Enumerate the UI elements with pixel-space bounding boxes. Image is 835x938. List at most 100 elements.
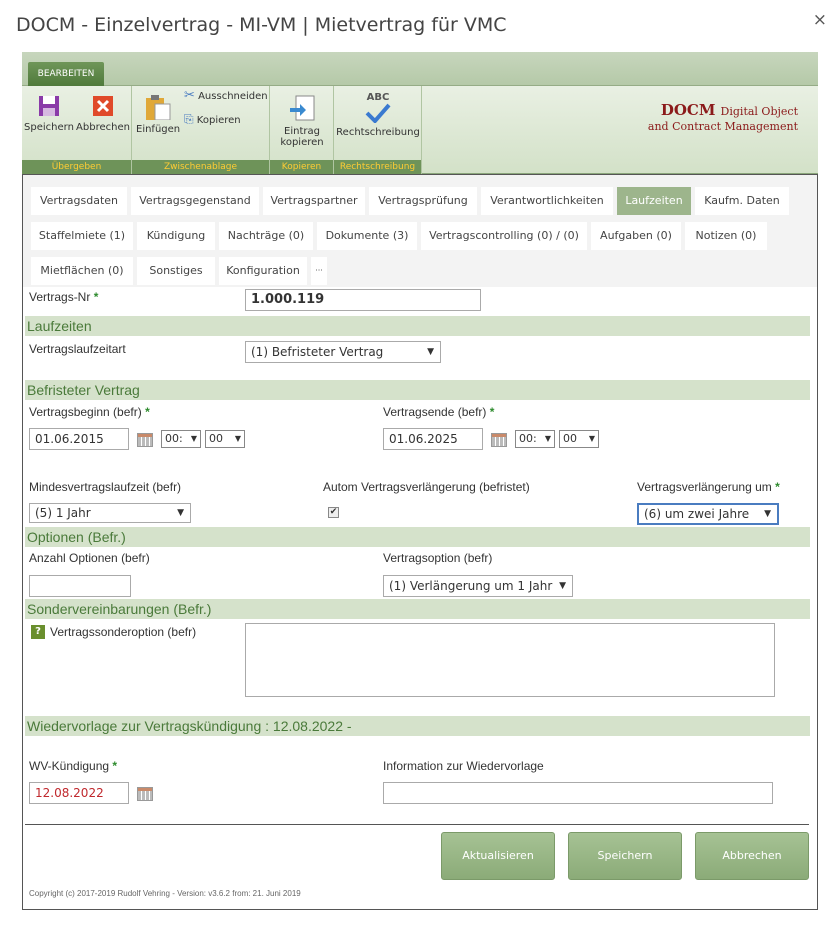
section-sonder: Sondervereinbarungen (Befr.) (25, 599, 810, 619)
ribbon-group-copy: Eintrag kopieren Kopieren (270, 86, 334, 174)
abc-label: ABC (366, 92, 390, 103)
update-button[interactable]: Aktualisieren (441, 832, 555, 880)
footer-divider (25, 824, 809, 825)
cut-button[interactable]: ✂ Ausschneiden (184, 88, 268, 103)
brand-line2: and Contract Management (647, 120, 798, 133)
ribbon-group-submit: Speichern Abbrechen Übergeben (22, 86, 132, 174)
paste-label: Einfügen (136, 124, 181, 135)
tab-staffelmiete[interactable]: Staffelmiete (1) (31, 222, 133, 250)
ext-by-select[interactable]: (6) um zwei Jahre (637, 503, 779, 525)
copy-entry-label-2: kopieren (280, 137, 324, 148)
tab-vertragspartner[interactable]: Vertragspartner (263, 187, 365, 215)
tab-kaufm-daten[interactable]: Kaufm. Daten (695, 187, 789, 215)
tab-verantwortlichkeiten[interactable]: Verantwortlichkeiten (481, 187, 613, 215)
checkmark-icon (365, 103, 391, 123)
end-label: Vertragsende (befr) * (383, 405, 494, 419)
start-minute-select[interactable]: 00 (205, 430, 245, 448)
required-marker: * (112, 759, 118, 773)
start-label: Vertragsbeginn (befr) * (29, 405, 150, 419)
help-icon[interactable]: ? (31, 625, 45, 639)
ribbon: BEARBEITEN Speichern Abbrechen Übergeben… (22, 52, 818, 174)
brand-big: DOCM (660, 101, 716, 119)
ribbon-group-label: Zwischenablage (132, 160, 269, 174)
cancel-button[interactable]: Abbrechen (695, 832, 809, 880)
copy-entry-button[interactable]: Eintrag kopieren (276, 94, 328, 148)
copy-icon: ⎘ (184, 112, 194, 126)
calendar-icon[interactable] (137, 433, 153, 447)
dialog-title-bar: DOCM - Einzelvertrag - MI-VM | Mietvertr… (0, 0, 835, 52)
clipboard-icon (146, 95, 171, 120)
start-date-field[interactable]: 01.06.2015 (29, 428, 129, 450)
tab-dokumente[interactable]: Dokumente (3) (317, 222, 417, 250)
section-befristet: Befristeter Vertrag (25, 380, 810, 400)
spellcheck-label: Rechtschreibung (336, 127, 420, 138)
tab-notizen[interactable]: Notizen (0) (685, 222, 767, 250)
save-ribbon-label: Speichern (24, 122, 74, 133)
copy-label: Kopieren (196, 115, 241, 126)
ext-by-label: Vertragsverlängerung um * (637, 480, 780, 494)
tab-vertragscontrolling[interactable]: Vertragscontrolling (0) / (0) (421, 222, 587, 250)
tab-kuendigung[interactable]: Kündigung (137, 222, 215, 250)
options-count-label: Anzahl Optionen (befr) (29, 551, 150, 565)
floppy-icon (39, 96, 59, 116)
close-icon[interactable]: × (813, 10, 827, 30)
term-type-label: Vertragslaufzeitart (29, 342, 126, 356)
section-laufzeiten: Laufzeiten (25, 316, 810, 336)
save-button[interactable]: Speichern (568, 832, 682, 880)
end-date-field[interactable]: 01.06.2025 (383, 428, 483, 450)
tab-vertragsdaten[interactable]: Vertragsdaten (31, 187, 127, 215)
wv-date-field[interactable]: 12.08.2022 (29, 782, 129, 804)
min-term-label: Mindesvertragslaufzeit (befr) (29, 480, 182, 494)
calendar-icon[interactable] (137, 787, 153, 801)
tab-konfiguration[interactable]: Konfiguration (219, 257, 307, 285)
start-label-text: Vertragsbeginn (befr) (29, 405, 142, 419)
wv-label-text: WV-Kündigung (29, 759, 110, 773)
ribbon-group-clipboard: Einfügen ✂ Ausschneiden ⎘ Kopieren Zwisc… (132, 86, 270, 174)
tab-more[interactable]: ··· (311, 257, 327, 285)
required-marker: * (775, 480, 780, 494)
contract-no-field[interactable]: 1.000.119 (245, 289, 481, 311)
tab-nachtraege[interactable]: Nachträge (0) (219, 222, 313, 250)
wv-info-field[interactable] (383, 782, 773, 804)
required-marker: * (93, 290, 99, 304)
option-label: Vertragsoption (befr) (383, 551, 493, 565)
copy-button[interactable]: ⎘ Kopieren (184, 112, 268, 126)
save-ribbon-button[interactable]: Speichern (24, 94, 74, 133)
min-term-select[interactable]: (5) 1 Jahr (29, 503, 191, 523)
tab-strip: Vertragsdaten Vertragsgegenstand Vertrag… (23, 175, 817, 287)
contract-no-label-text: Vertrags-Nr (29, 290, 91, 304)
scissors-icon: ✂ (184, 88, 195, 103)
ribbon-body: Speichern Abbrechen Übergeben Einfügen ✂… (22, 86, 818, 174)
auto-ext-checkbox[interactable]: ✔ (328, 507, 339, 518)
term-type-select[interactable]: (1) Befristeter Vertrag (245, 341, 441, 363)
option-select[interactable]: (1) Verlängerung um 1 Jahr (383, 575, 573, 597)
end-hour-select[interactable]: 00: (515, 430, 555, 448)
ribbon-group-spell: ABC Rechtschreibung Rechtschreibung (334, 86, 422, 174)
ribbon-tab-bar: BEARBEITEN (22, 52, 818, 86)
auto-ext-label: Autom Vertragsverlängerung (befristet) (323, 480, 530, 494)
tab-laufzeiten[interactable]: Laufzeiten (617, 187, 691, 215)
required-marker: * (145, 405, 150, 419)
cancel-ribbon-label: Abbrechen (76, 122, 130, 133)
tab-aufgaben[interactable]: Aufgaben (0) (591, 222, 681, 250)
ribbon-group-label: Rechtschreibung (334, 160, 421, 174)
calendar-icon[interactable] (491, 433, 507, 447)
ribbon-group-label: Übergeben (22, 160, 131, 174)
options-count-field[interactable] (29, 575, 131, 597)
tab-mietflaechen[interactable]: Mietflächen (0) (31, 257, 133, 285)
spellcheck-button[interactable]: ABC Rechtschreibung (336, 92, 420, 138)
cancel-x-icon (93, 96, 113, 116)
ext-by-label-text: Vertragsverlängerung um (637, 480, 772, 494)
ribbon-tab-bearbeiten[interactable]: BEARBEITEN (28, 62, 104, 86)
end-minute-select[interactable]: 00 (559, 430, 599, 448)
start-hour-select[interactable]: 00: (161, 430, 201, 448)
tab-sonstiges[interactable]: Sonstiges (137, 257, 215, 285)
cancel-ribbon-button[interactable]: Abbrechen (76, 94, 130, 133)
paste-button[interactable]: Einfügen (136, 94, 180, 135)
docm-logo: DOCM Digital Object and Contract Managem… (648, 102, 798, 134)
special-option-textarea[interactable] (245, 623, 775, 697)
brand-line1: Digital Object (720, 105, 798, 118)
tab-vertragspruefung[interactable]: Vertragsprüfung (369, 187, 477, 215)
tab-vertragsgegenstand[interactable]: Vertragsgegenstand (131, 187, 259, 215)
cut-label: Ausschneiden (198, 91, 268, 102)
